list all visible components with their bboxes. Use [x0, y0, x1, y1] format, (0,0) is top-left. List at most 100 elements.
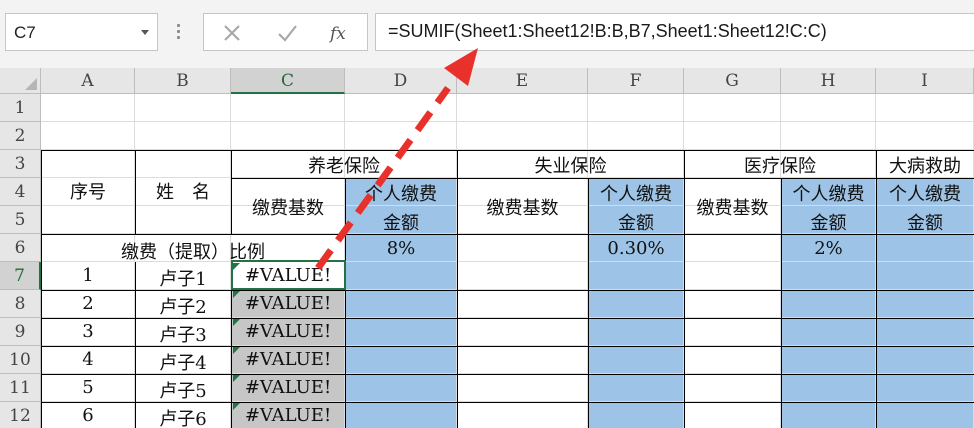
error-indicator-icon[interactable]: [233, 347, 240, 354]
cell-g9[interactable]: [684, 318, 781, 346]
row-seq: 3: [82, 321, 94, 342]
cell-e9[interactable]: [457, 318, 588, 346]
cell-d10[interactable]: [345, 346, 457, 374]
cell-h2[interactable]: [781, 122, 876, 150]
cell-b5[interactable]: [135, 206, 231, 234]
row-value: #VALUE!: [244, 293, 332, 314]
cell-e10[interactable]: [457, 346, 588, 374]
row-header-7[interactable]: 7: [0, 262, 41, 290]
row-header-11[interactable]: 11: [0, 374, 41, 402]
cell-i6[interactable]: [876, 234, 974, 262]
cell-e6[interactable]: [457, 234, 588, 262]
cell-d7[interactable]: [345, 262, 457, 290]
row-header-5[interactable]: 5: [0, 206, 41, 234]
cell-b2[interactable]: [135, 122, 231, 150]
cell-e2[interactable]: [457, 122, 588, 150]
cell-f12[interactable]: [588, 402, 684, 428]
cell-i9[interactable]: [876, 318, 974, 346]
cell-d12[interactable]: [345, 402, 457, 428]
cell-h12[interactable]: [781, 402, 876, 428]
cell-h1[interactable]: [781, 94, 876, 122]
cell-g7[interactable]: [684, 262, 781, 290]
cell-g6[interactable]: [684, 234, 781, 262]
chevron-down-icon[interactable]: [141, 30, 149, 35]
row-header-6[interactable]: 6: [0, 234, 41, 262]
column-header-e[interactable]: E: [457, 68, 588, 94]
cell-a3[interactable]: [41, 150, 135, 178]
row-header-9[interactable]: 9: [0, 318, 41, 346]
cell-d1[interactable]: [345, 94, 457, 122]
cell-i7[interactable]: [876, 262, 974, 290]
row-header-2[interactable]: 2: [0, 122, 41, 150]
row-header-1[interactable]: 1: [0, 94, 41, 122]
row-header-12[interactable]: 12: [0, 402, 41, 428]
cell-g12[interactable]: [684, 402, 781, 428]
cell-b3[interactable]: [135, 150, 231, 178]
cell-d8[interactable]: [345, 290, 457, 318]
cell-e1[interactable]: [457, 94, 588, 122]
selected-cell-c7[interactable]: [231, 260, 346, 290]
cell-i10[interactable]: [876, 346, 974, 374]
cell-a5[interactable]: [41, 206, 135, 234]
cell-i12[interactable]: [876, 402, 974, 428]
cell-e8[interactable]: [457, 290, 588, 318]
cancel-icon[interactable]: [221, 22, 243, 44]
cell-f8[interactable]: [588, 290, 684, 318]
cell-f2[interactable]: [588, 122, 684, 150]
cell-a2[interactable]: [41, 122, 135, 150]
column-header-d[interactable]: D: [345, 68, 457, 94]
cell-i11[interactable]: [876, 374, 974, 402]
cell-e12[interactable]: [457, 402, 588, 428]
cell-i1[interactable]: [876, 94, 974, 122]
error-indicator-icon[interactable]: [233, 375, 240, 382]
column-header-c[interactable]: C: [231, 68, 345, 94]
cell-h9[interactable]: [781, 318, 876, 346]
row-name: 卢子6: [159, 409, 207, 428]
cell-g8[interactable]: [684, 290, 781, 318]
error-indicator-icon[interactable]: [233, 291, 240, 298]
column-header-f[interactable]: F: [588, 68, 684, 94]
drag-handle-icon[interactable]: [176, 24, 182, 42]
row-header-4[interactable]: 4: [0, 178, 41, 206]
column-header-h[interactable]: H: [781, 68, 876, 94]
row-header-10[interactable]: 10: [0, 346, 41, 374]
header-illness-personal-1: 个人缴费: [889, 184, 961, 205]
enter-icon[interactable]: [276, 22, 298, 44]
cell-e11[interactable]: [457, 374, 588, 402]
column-header-b[interactable]: B: [135, 68, 231, 94]
cell-h7[interactable]: [781, 262, 876, 290]
cell-i8[interactable]: [876, 290, 974, 318]
cell-a1[interactable]: [41, 94, 135, 122]
column-header-g[interactable]: G: [684, 68, 781, 94]
cell-f7[interactable]: [588, 262, 684, 290]
cell-d2[interactable]: [345, 122, 457, 150]
cell-g10[interactable]: [684, 346, 781, 374]
cell-c1[interactable]: [231, 94, 345, 122]
cell-g1[interactable]: [684, 94, 781, 122]
row-header-8[interactable]: 8: [0, 290, 41, 318]
cell-d11[interactable]: [345, 374, 457, 402]
cell-d9[interactable]: [345, 318, 457, 346]
row-header-3[interactable]: 3: [0, 150, 41, 178]
column-header-i[interactable]: I: [876, 68, 974, 94]
cell-h10[interactable]: [781, 346, 876, 374]
cell-h8[interactable]: [781, 290, 876, 318]
error-indicator-icon[interactable]: [233, 403, 240, 410]
cell-e7[interactable]: [457, 262, 588, 290]
cell-c2[interactable]: [231, 122, 345, 150]
cell-f9[interactable]: [588, 318, 684, 346]
cell-f1[interactable]: [588, 94, 684, 122]
cell-g11[interactable]: [684, 374, 781, 402]
cell-g2[interactable]: [684, 122, 781, 150]
error-indicator-icon[interactable]: [233, 319, 240, 326]
select-all-corner[interactable]: [0, 68, 41, 94]
cell-i2[interactable]: [876, 122, 974, 150]
cell-f10[interactable]: [588, 346, 684, 374]
cell-f11[interactable]: [588, 374, 684, 402]
column-header-a[interactable]: A: [41, 68, 135, 94]
cell-h11[interactable]: [781, 374, 876, 402]
name-box[interactable]: C7: [5, 13, 158, 51]
cell-b1[interactable]: [135, 94, 231, 122]
insert-function-icon[interactable]: fx: [328, 22, 356, 44]
formula-input[interactable]: =SUMIF(Sheet1:Sheet12!B:B,B7,Sheet1:Shee…: [375, 13, 974, 51]
